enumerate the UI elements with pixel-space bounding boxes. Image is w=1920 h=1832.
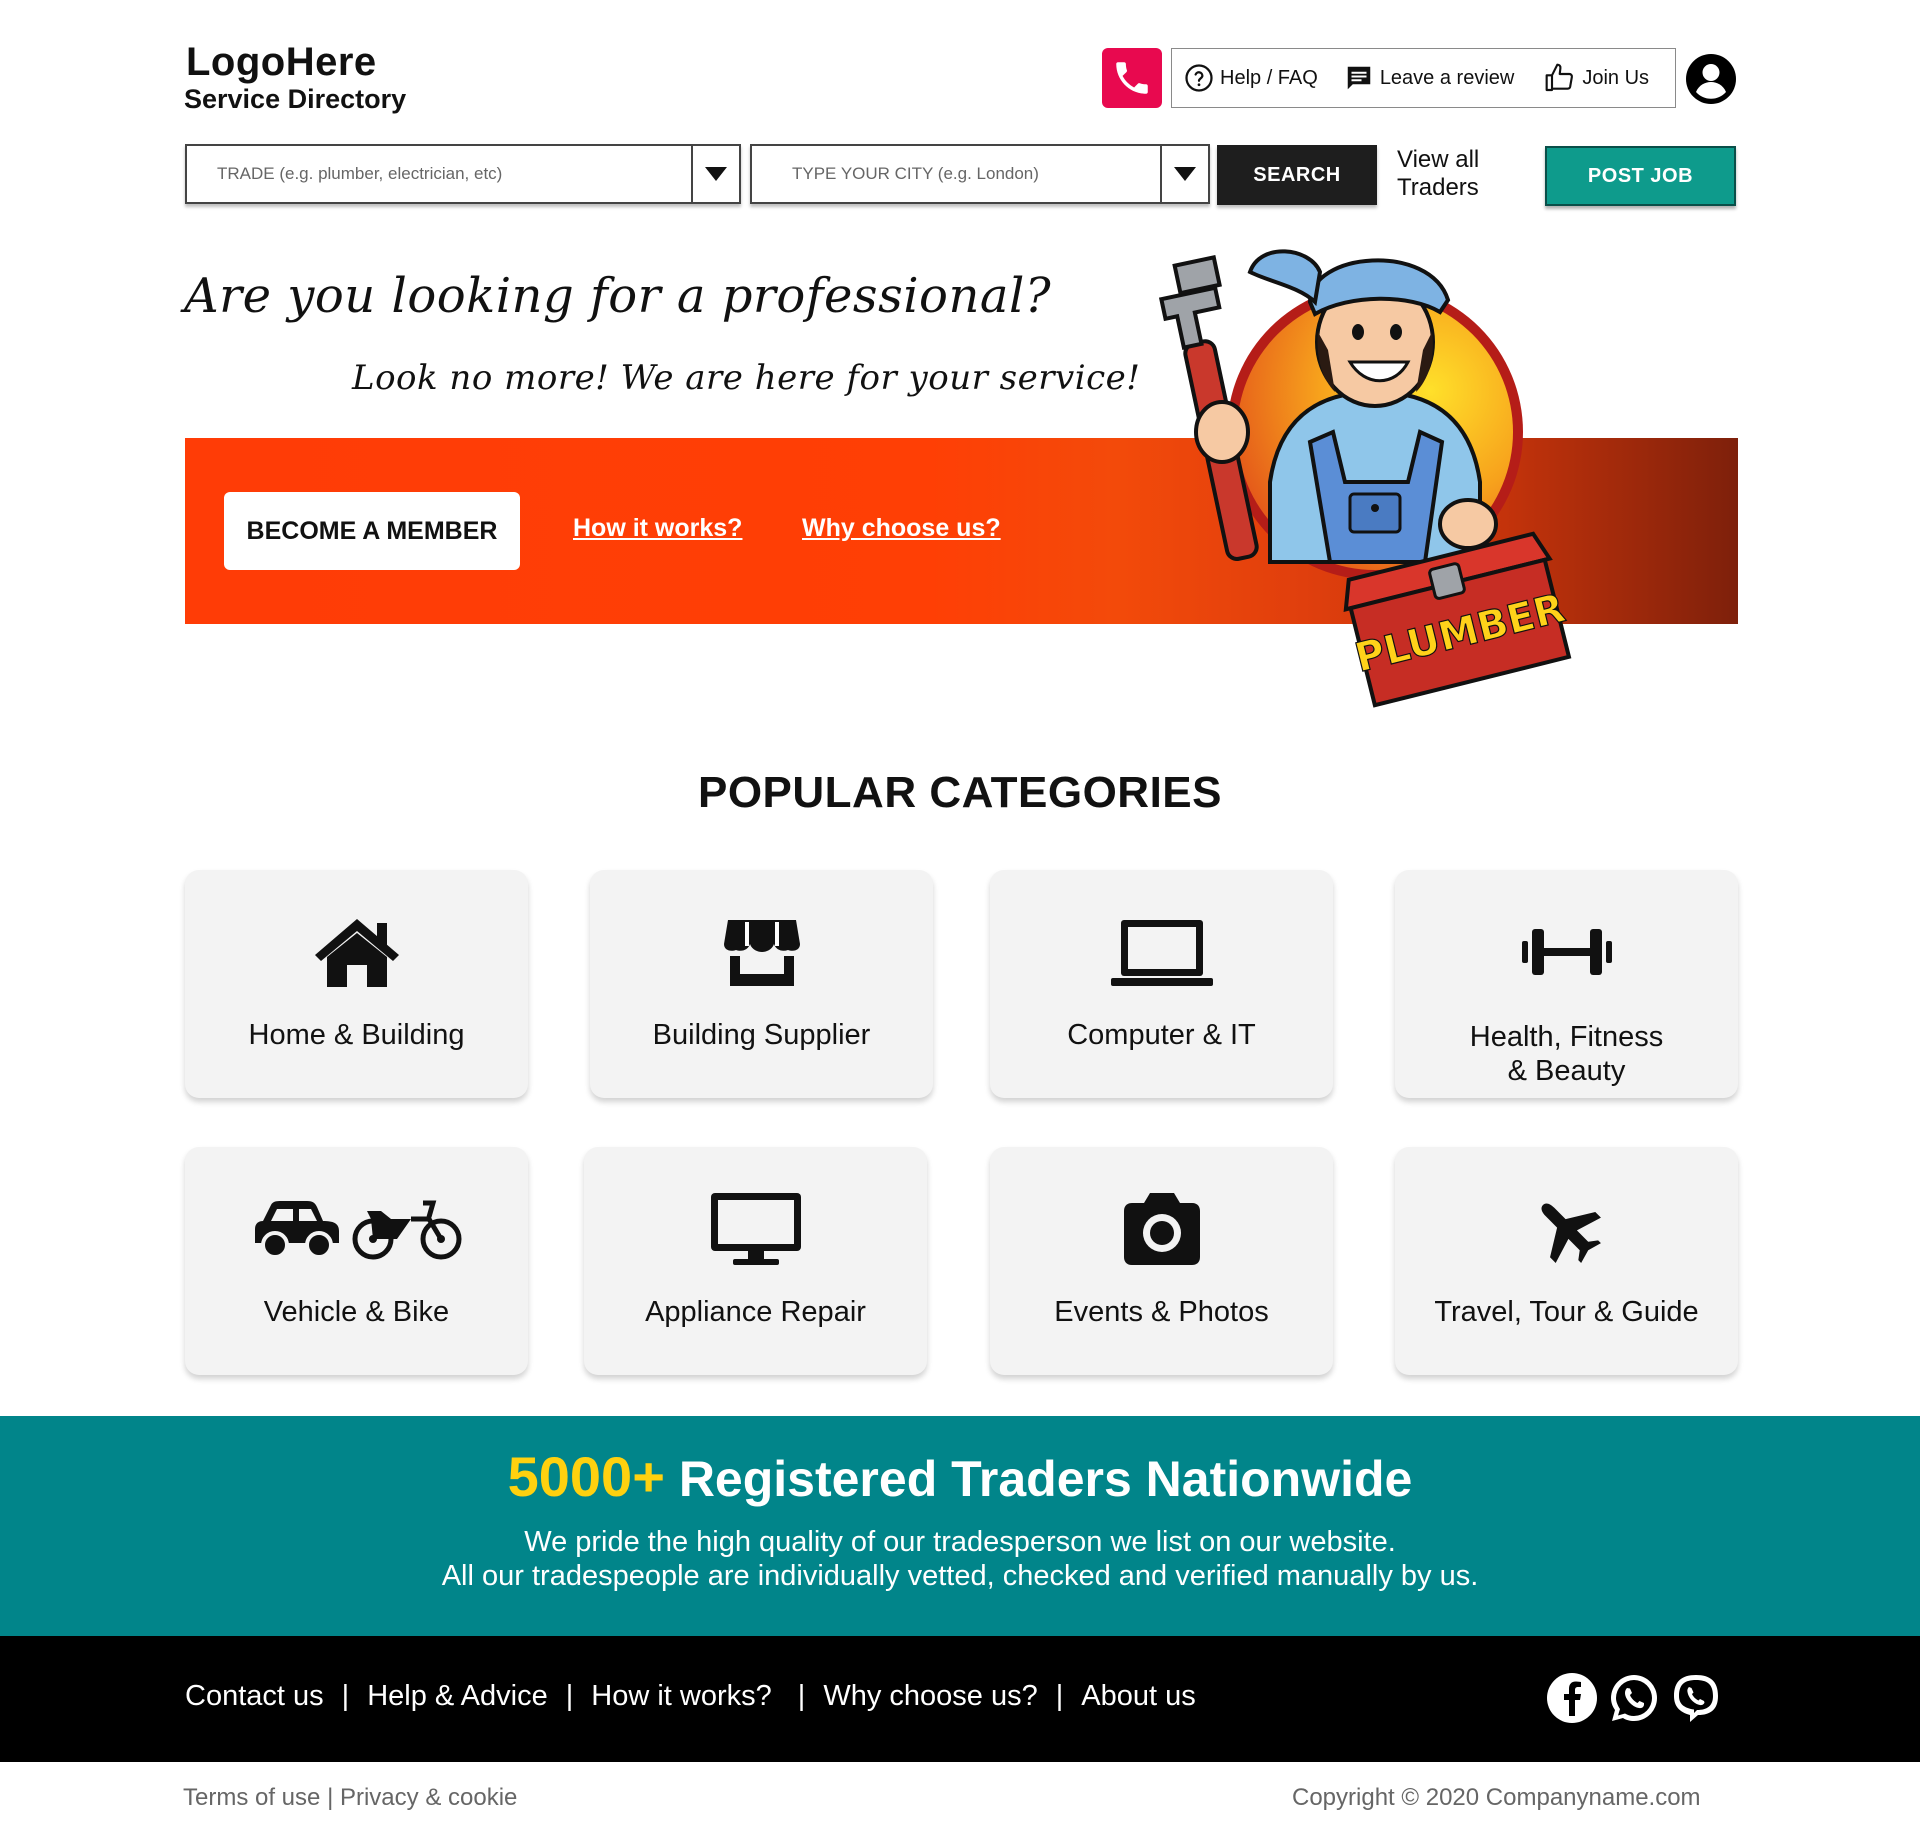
footer-link-why-choose-us[interactable]: Why choose us?: [823, 1680, 1037, 1713]
legal-separator: |: [327, 1784, 334, 1811]
trader-count-caption: Registered Traders Nationwide: [678, 1451, 1413, 1507]
footer-separator: |: [565, 1680, 574, 1712]
hero-title: Are you looking for a professional?: [184, 268, 1052, 324]
category-label: Vehicle & Bike: [263, 1296, 450, 1328]
phone-icon: [1116, 62, 1148, 94]
logo-title: LogoHere: [186, 40, 377, 84]
category-label: Home & Building: [248, 1019, 465, 1051]
triangle-down-icon: [705, 167, 727, 181]
leave-review-label: Leave a review: [1379, 66, 1515, 89]
store-icon: [723, 920, 800, 986]
category-label: Health, Fitness & Beauty: [1395, 1020, 1738, 1088]
home-icon: [314, 919, 399, 987]
top-navigation: Help / FAQ Leave a review Join Us: [1171, 48, 1676, 108]
question-circle-icon: [1185, 64, 1213, 92]
category-label-line1: Health, Fitness: [1469, 1021, 1664, 1053]
footer-separator: |: [341, 1680, 350, 1712]
quality-statement: We pride the high quality of our tradesp…: [524, 1526, 1396, 1558]
city-input[interactable]: [752, 146, 1160, 202]
vetting-statement: All our tradespeople are individually ve…: [441, 1560, 1479, 1592]
dumbbell-icon: [1521, 929, 1612, 975]
viber-icon[interactable]: [1670, 1672, 1722, 1724]
how-it-works-link[interactable]: How it works?: [573, 514, 742, 543]
category-card-appliance-repair[interactable]: Appliance Repair: [584, 1147, 927, 1375]
trade-input[interactable]: [187, 146, 691, 202]
trade-dropdown-button[interactable]: [691, 146, 739, 202]
footer: Contact us | Help & Advice | How it work…: [0, 1636, 1920, 1762]
category-card-home-building[interactable]: Home & Building: [185, 870, 528, 1098]
become-member-button[interactable]: BECOME A MEMBER: [224, 492, 520, 570]
airplane-icon: [1540, 1203, 1601, 1263]
footer-separator: |: [797, 1680, 806, 1712]
monitor-icon: [710, 1193, 801, 1265]
footer-separator: |: [1055, 1680, 1064, 1712]
help-faq-label: Help / FAQ: [1220, 66, 1318, 89]
trade-search-field: [185, 144, 741, 204]
thumbs-up-icon: [1545, 63, 1574, 92]
terms-of-use-link[interactable]: Terms of use: [183, 1784, 320, 1811]
category-card-vehicle-bike[interactable]: Vehicle & Bike: [185, 1147, 528, 1375]
facebook-icon[interactable]: [1546, 1672, 1598, 1724]
city-search-field: [750, 144, 1210, 204]
category-card-travel-tour-guide[interactable]: Travel, Tour & Guide: [1395, 1147, 1738, 1375]
category-label: Building Supplier: [652, 1019, 871, 1051]
footer-link-how-it-works[interactable]: How it works?: [591, 1680, 772, 1713]
registered-traders-title: 5000+ Registered Traders Nationwide: [0, 1444, 1920, 1509]
category-label-line2: & Beauty: [1507, 1055, 1626, 1087]
whatsapp-icon[interactable]: [1608, 1672, 1660, 1724]
popular-categories-heading: POPULAR CATEGORIES: [697, 768, 1222, 817]
category-label: Events & Photos: [1054, 1296, 1269, 1328]
category-card-building-supplier[interactable]: Building Supplier: [590, 870, 933, 1098]
logo-subtitle: Service Directory: [184, 84, 407, 114]
privacy-cookie-link[interactable]: Privacy & cookie: [340, 1784, 517, 1811]
motorbike-icon: [352, 1200, 461, 1260]
category-card-health-fitness-beauty[interactable]: Health, Fitness & Beauty: [1395, 870, 1738, 1098]
triangle-down-icon: [1174, 167, 1196, 181]
city-dropdown-button[interactable]: [1160, 146, 1208, 202]
category-label: Travel, Tour & Guide: [1434, 1296, 1699, 1328]
join-us-link[interactable]: Join Us: [1544, 62, 1649, 94]
copyright: Copyright © 2020 Companyname.com: [1292, 1784, 1701, 1811]
logo[interactable]: LogoHere Service Directory: [184, 40, 407, 114]
footer-links: Contact us | Help & Advice | How it work…: [185, 1680, 1196, 1713]
registered-traders-band: 5000+ Registered Traders Nationwide We p…: [0, 1416, 1920, 1636]
trader-count: 5000+: [507, 1445, 665, 1508]
legal-links: Terms of use | Privacy & cookie: [183, 1784, 517, 1812]
plumber-mascot-illustration: PLUMBER: [1158, 249, 1572, 708]
footer-link-contact[interactable]: Contact us: [185, 1680, 324, 1713]
search-button[interactable]: SEARCH: [1217, 145, 1377, 205]
category-label: Computer & IT: [1067, 1019, 1256, 1051]
car-icon: [254, 1201, 339, 1259]
comment-icon: [1347, 66, 1371, 90]
help-faq-link[interactable]: Help / FAQ: [1184, 63, 1318, 93]
post-job-button[interactable]: POST JOB: [1545, 146, 1736, 206]
category-label: Appliance Repair: [645, 1296, 866, 1328]
camera-icon: [1123, 1193, 1200, 1265]
user-account-icon[interactable]: [1686, 54, 1736, 104]
view-all-traders-link[interactable]: View all Traders: [1397, 146, 1507, 202]
why-choose-us-link[interactable]: Why choose us?: [802, 514, 1001, 543]
leave-review-link[interactable]: Leave a review: [1344, 63, 1515, 93]
join-us-label: Join Us: [1582, 66, 1650, 89]
laptop-icon: [1110, 920, 1213, 986]
category-card-computer-it[interactable]: Computer & IT: [990, 870, 1333, 1098]
hero-subtitle: Look no more! We are here for your servi…: [352, 358, 1141, 398]
category-card-events-photos[interactable]: Events & Photos: [990, 1147, 1333, 1375]
phone-button[interactable]: [1102, 48, 1162, 108]
footer-link-help-advice[interactable]: Help & Advice: [367, 1680, 548, 1713]
footer-link-about[interactable]: About us: [1081, 1680, 1195, 1713]
